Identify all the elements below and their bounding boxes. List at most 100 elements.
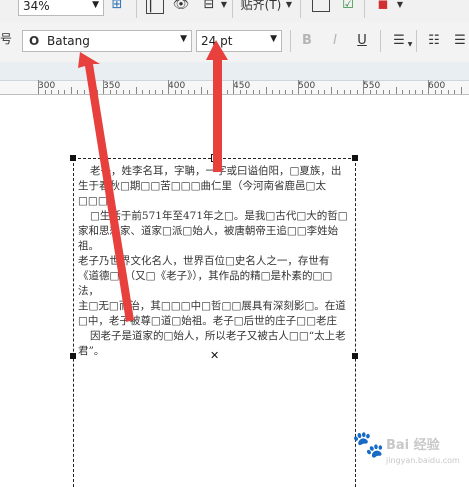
- zoom-select[interactable]: 34% ▼: [18, 0, 104, 16]
- ruler-tick: [428, 80, 429, 94]
- bold-button[interactable]: B: [300, 34, 314, 48]
- ruler-tick: [155, 90, 156, 94]
- italic-button[interactable]: I: [328, 34, 342, 48]
- zoom-value: 34%: [23, 0, 50, 13]
- top-toolbar: 34% ▼ ⊞ ▏ 👁 ⊟ ▼ 贴齐(T) ▼ ☑ ◼ ▼: [0, 0, 469, 23]
- ruler-tick: [311, 90, 312, 94]
- ruler-tick: [447, 90, 449, 94]
- text-tool-icon[interactable]: 号: [0, 32, 12, 46]
- launch-icon[interactable]: ◼: [376, 0, 390, 12]
- ruler-tick: [116, 90, 117, 94]
- font-list-select[interactable]: O Batang ▼: [22, 30, 192, 52]
- font-name: Batang: [47, 34, 90, 48]
- toolbar-separator: [416, 30, 417, 52]
- ruler-tick: [285, 90, 286, 94]
- ruler-tick: [181, 90, 182, 94]
- text-property-bar: 号 O Batang ▼ 24 pt ▼ B I U ☰ ▼ ☷ ☰: [0, 22, 469, 63]
- toolbar-separator: [290, 30, 291, 52]
- selection-handle-top-center[interactable]: [211, 154, 219, 162]
- ruler-tick: [252, 90, 254, 94]
- ruler-tick: [174, 90, 176, 94]
- watermark-line1: Bai 经验: [386, 438, 440, 453]
- ruler-tick: [70, 87, 72, 94]
- ruler-tick: [246, 90, 247, 94]
- text-paragraph: 老子乃世界文化名人，世界百位□史名人之一，存世有《道德□》（又□《老子》），其作…: [78, 255, 333, 297]
- text-paragraph: 因老子是道家的□始人，所以老子又被古人□□“太上老君”。: [78, 330, 346, 357]
- paw-icon: 🐾: [352, 430, 385, 460]
- zoom-fit-icon[interactable]: ⊞: [110, 0, 124, 12]
- selection-handle-middle-right[interactable]: [352, 353, 358, 359]
- watermark-line2: jingyan.baidu.com: [386, 456, 460, 465]
- ruler-tick: [142, 90, 143, 94]
- bullet-list-icon[interactable]: ☷: [426, 34, 442, 48]
- ruler-tick: [356, 90, 358, 94]
- checklist-icon[interactable]: ☑: [340, 0, 356, 12]
- ruler-label: 500: [298, 81, 316, 91]
- ruler-tick: [109, 90, 111, 94]
- ruler-tick: [402, 90, 403, 94]
- ruler-tick: [343, 90, 345, 94]
- font-size-select[interactable]: 24 pt ▼: [196, 30, 282, 52]
- ruler-tick: [77, 90, 78, 94]
- guidelines-icon[interactable]: ⊟: [200, 0, 218, 12]
- ruler-label: 450: [233, 81, 251, 91]
- ruler-tick: [376, 90, 377, 94]
- ruler-tick: [64, 90, 65, 94]
- drop-cap-icon[interactable]: ☰: [452, 34, 468, 48]
- ruler-label: 400: [168, 81, 186, 91]
- chevron-down-icon: ▼: [270, 34, 277, 44]
- ruler-tick: [103, 80, 104, 94]
- ruler-tick: [317, 90, 319, 94]
- ruler-tick: [57, 90, 59, 94]
- underline-button[interactable]: U: [355, 34, 369, 48]
- frame-text[interactable]: 老子，姓李名耳，字聃，一字或曰谥伯阳，□夏族，出生于春秋□期□□苦□□□曲仁里（…: [78, 164, 350, 359]
- ruler-tick: [129, 90, 130, 94]
- ruler-tick: [96, 90, 98, 94]
- ruler-tick: [421, 90, 423, 94]
- chevron-down-icon[interactable]: ▼: [396, 0, 404, 12]
- ruler-tick: [350, 90, 351, 94]
- horizontal-ruler[interactable]: 300 350 400 450 500 550 600: [0, 62, 469, 95]
- ruler-label: 600: [428, 81, 446, 91]
- ruler-tick: [220, 90, 221, 94]
- options-icon[interactable]: [312, 0, 330, 12]
- ruler-tick: [291, 90, 293, 94]
- paragraph-align-icon[interactable]: ☰: [390, 34, 408, 48]
- ruler-tick: [90, 90, 91, 94]
- ruler-tick: [226, 90, 228, 94]
- eye-icon[interactable]: 👁: [172, 0, 190, 12]
- ruler-tick: [161, 90, 163, 94]
- selection-handle-top-left[interactable]: [70, 155, 76, 161]
- selection-handle-middle-left[interactable]: [70, 353, 76, 359]
- chevron-down-icon[interactable]: ▼: [220, 0, 228, 12]
- ruler-tick: [389, 90, 390, 94]
- ruler-tick: [194, 90, 195, 94]
- toolbar-separator: [136, 0, 137, 18]
- ruler-tick: [330, 87, 332, 94]
- align-menu-button[interactable]: 贴齐(T): [240, 0, 282, 12]
- text-paragraph: 老子，姓李名耳，字聃，一字或曰谥伯阳，□夏族，出生于春秋□期□□苦□□□曲仁里（…: [78, 165, 342, 207]
- ruler-label: 550: [363, 81, 381, 91]
- ruler-tick: [441, 90, 442, 94]
- ruler-tick: [213, 90, 215, 94]
- ruler-tick: [304, 90, 306, 94]
- page-icon[interactable]: ▏: [146, 0, 164, 14]
- ruler-label: 300: [38, 81, 56, 91]
- selection-handle-top-right[interactable]: [352, 155, 358, 161]
- ruler-tick: [382, 90, 384, 94]
- chevron-down-icon[interactable]: ▼: [285, 0, 293, 12]
- chevron-down-icon: ▼: [180, 34, 187, 44]
- toolbar-separator: [232, 0, 233, 18]
- chevron-down-icon[interactable]: ▼: [407, 38, 413, 52]
- ruler-tick: [187, 90, 189, 94]
- font-size-value: 24 pt: [201, 34, 233, 48]
- ruler-tick: [200, 87, 202, 94]
- ruler-tick: [434, 90, 436, 94]
- ruler-tick: [415, 90, 416, 94]
- ruler-tick: [207, 90, 208, 94]
- ruler-tick: [83, 90, 85, 94]
- chevron-down-icon: ▼: [92, 0, 99, 10]
- toolbar-separator: [300, 0, 301, 18]
- ruler-tick: [337, 90, 338, 94]
- ruler-tick: [278, 90, 280, 94]
